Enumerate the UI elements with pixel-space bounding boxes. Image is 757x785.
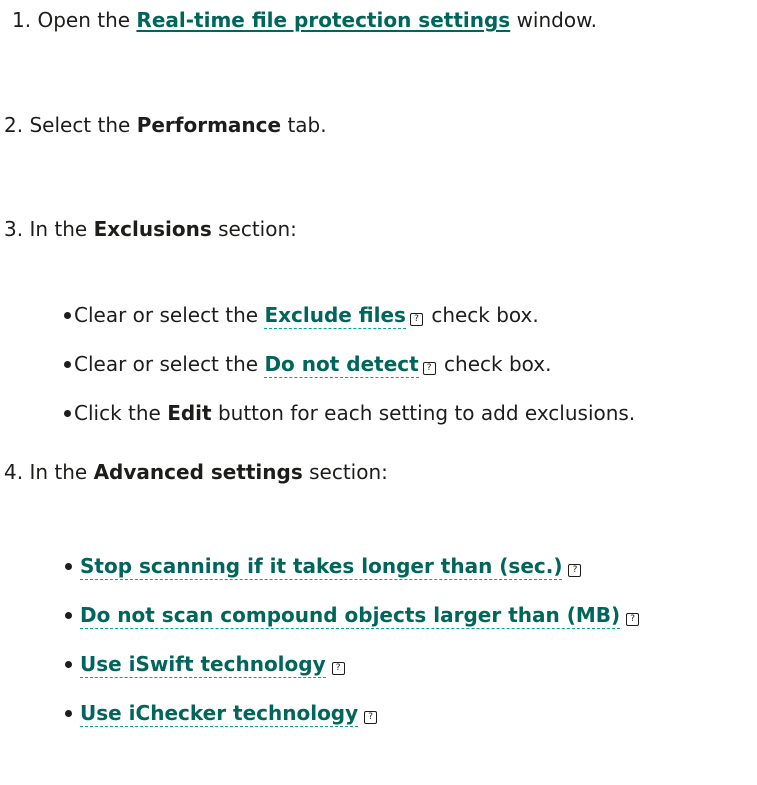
step-text: window. [516, 8, 597, 32]
step-text: Open the [37, 8, 131, 32]
real-time-protection-settings-link[interactable]: Real-time file protection settings [136, 8, 510, 32]
item-text: button for each setting to add exclusion… [217, 401, 636, 425]
help-article: 1. Open the Real-time file protection se… [0, 0, 757, 785]
list-item: Do not scan compound objects larger than… [65, 601, 641, 629]
item-text: check box. [431, 303, 539, 327]
edit-term: Edit [167, 401, 212, 425]
step-text: section: [309, 460, 388, 484]
step-number: 4. [4, 460, 24, 484]
step-1: 1. Open the Real-time file protection se… [12, 6, 597, 34]
step-text: In the [29, 217, 88, 241]
item-text: check box. [444, 352, 552, 376]
list-item: Clear or select the Do not detect? check… [64, 350, 552, 378]
step-text: tab. [287, 113, 327, 137]
step-2: 2. Select the Performance tab. [4, 111, 327, 139]
help-icon[interactable]: ? [626, 613, 640, 626]
do-not-detect-term[interactable]: Do not detect [264, 352, 419, 378]
step-text: section: [218, 217, 297, 241]
list-item: Stop scanning if it takes longer than (s… [65, 552, 583, 580]
bullet-dot [64, 410, 71, 417]
item-text: Clear or select the [74, 303, 259, 327]
exclusions-term: Exclusions [93, 217, 212, 241]
exclude-files-term[interactable]: Exclude files [264, 303, 406, 329]
list-item: Click the Edit button for each setting t… [64, 399, 636, 427]
ichecker-term[interactable]: Use iChecker technology [80, 701, 359, 727]
bullet-dot [65, 710, 72, 717]
help-icon[interactable]: ? [331, 662, 345, 675]
iswift-term[interactable]: Use iSwift technology [80, 652, 326, 678]
list-item: Use iChecker technology? [65, 699, 379, 727]
help-icon[interactable]: ? [568, 564, 582, 577]
bullet-dot [64, 361, 71, 368]
compound-objects-term[interactable]: Do not scan compound objects larger than… [80, 603, 621, 629]
bullet-dot [65, 612, 72, 619]
help-icon[interactable]: ? [422, 362, 436, 375]
step-4: 4. In the Advanced settings section: [4, 458, 388, 486]
item-text: Click the [74, 401, 161, 425]
bullet-dot [64, 312, 71, 319]
step-3: 3. In the Exclusions section: [4, 215, 297, 243]
step-text: In the [29, 460, 88, 484]
stop-scanning-term[interactable]: Stop scanning if it takes longer than (s… [80, 554, 563, 580]
list-item: Clear or select the Exclude files? check… [64, 301, 539, 329]
step-number: 1. [12, 8, 32, 32]
item-text: Clear or select the [74, 352, 259, 376]
help-icon[interactable]: ? [409, 313, 423, 326]
performance-term: Performance [136, 113, 282, 137]
bullet-dot [65, 661, 72, 668]
step-number: 3. [4, 217, 24, 241]
help-icon[interactable]: ? [364, 711, 378, 724]
step-text: Select the [29, 113, 131, 137]
advanced-settings-term: Advanced settings [93, 460, 303, 484]
list-item: Use iSwift technology? [65, 650, 347, 678]
bullet-dot [65, 563, 72, 570]
step-number: 2. [4, 113, 24, 137]
